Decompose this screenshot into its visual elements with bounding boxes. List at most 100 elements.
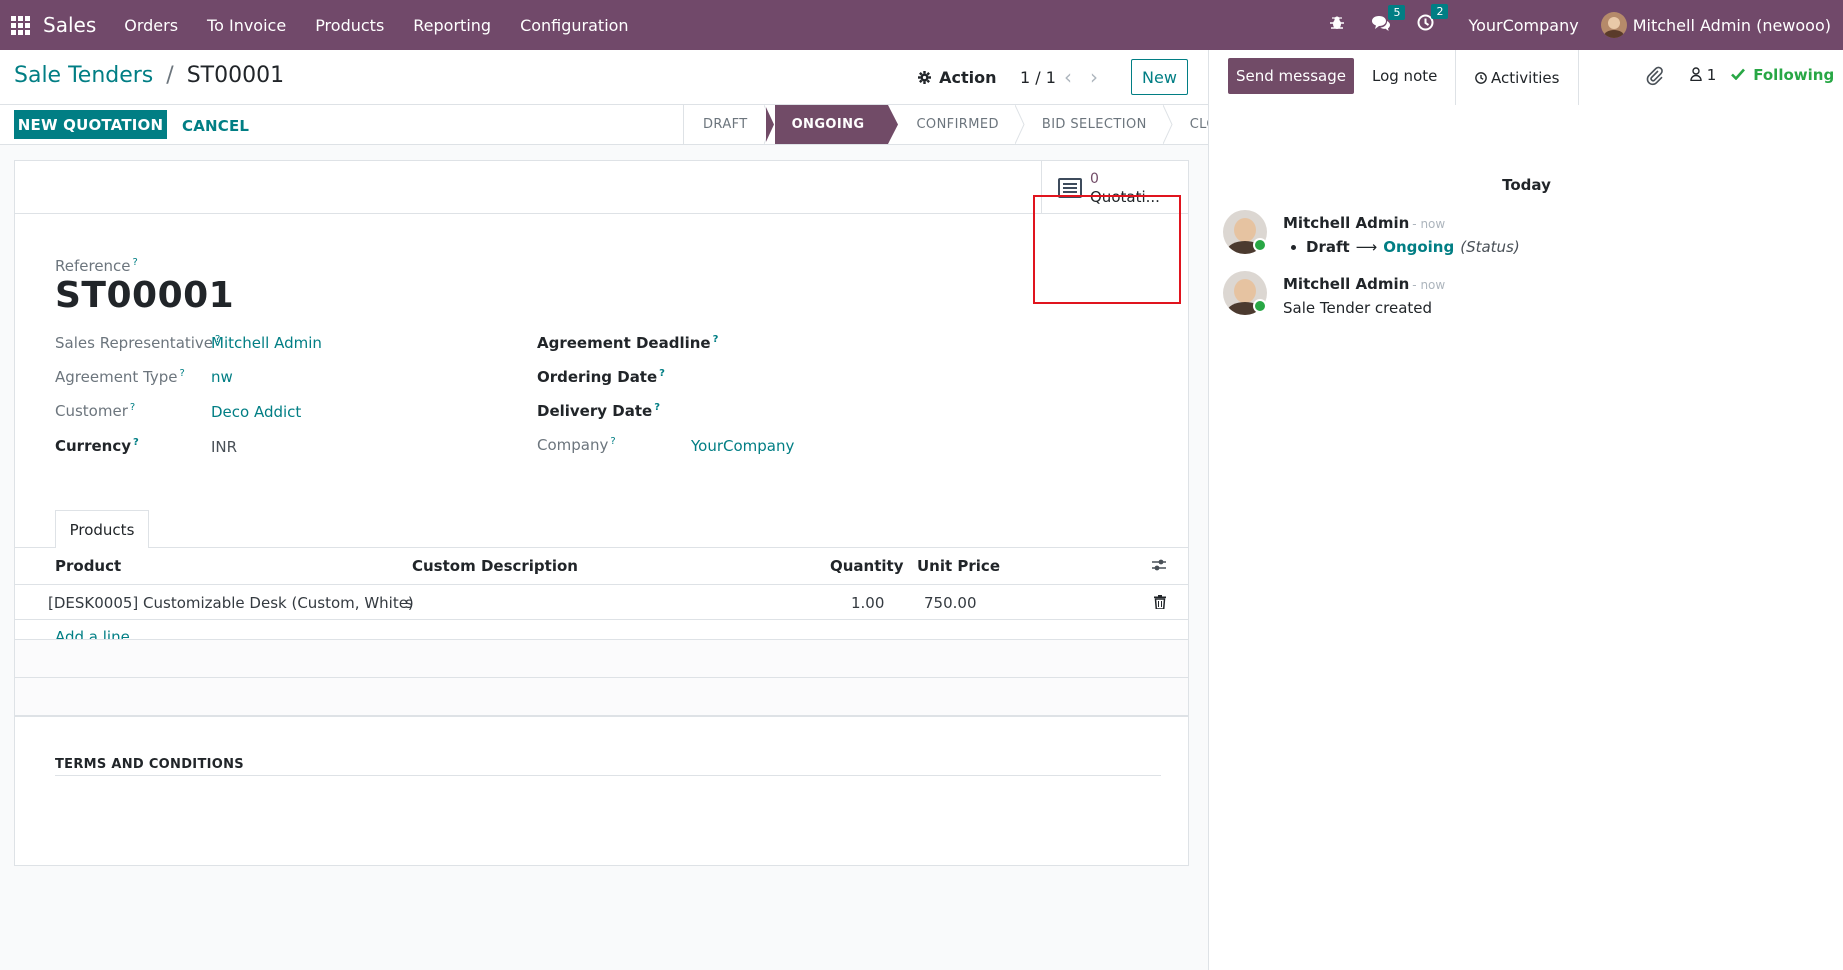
col-quantity[interactable]: Quantity bbox=[830, 557, 904, 575]
delete-trash-icon[interactable] bbox=[1154, 595, 1166, 609]
reference-label: Reference? bbox=[55, 257, 138, 275]
currency-field[interactable]: INR bbox=[211, 438, 237, 456]
smart-button-box: 0 Quotati... bbox=[15, 161, 1188, 214]
sales-rep-field[interactable]: Mitchell Admin bbox=[211, 334, 322, 352]
status-stages: DRAFT ONGOING CONFIRMED BID SELECTION CL… bbox=[683, 105, 1263, 144]
messages-chat-icon[interactable]: 5 bbox=[1371, 4, 1406, 36]
send-message-button[interactable]: Send message bbox=[1228, 58, 1354, 94]
following-label: Following bbox=[1753, 66, 1835, 84]
top-navbar: Sales Orders To Invoice Products Reporti… bbox=[0, 0, 1843, 50]
activities-button[interactable]: Activities bbox=[1455, 50, 1580, 105]
optional-columns-icon[interactable] bbox=[1151, 557, 1167, 573]
activities-label: Activities bbox=[1491, 68, 1560, 87]
reference-title[interactable]: ST00001 bbox=[55, 275, 234, 316]
col-unit-price[interactable]: Unit Price bbox=[917, 557, 1000, 575]
apps-menu-icon[interactable] bbox=[3, 0, 37, 50]
company-switcher[interactable]: YourCompany bbox=[1468, 16, 1578, 35]
company-field[interactable]: YourCompany bbox=[691, 437, 794, 455]
activities-badge: 2 bbox=[1431, 4, 1449, 19]
user-icon bbox=[1690, 67, 1702, 82]
followers-count: 1 bbox=[1706, 66, 1717, 84]
user-menu[interactable]: Mitchell Admin (newooo) bbox=[1600, 12, 1831, 38]
col-product[interactable]: Product bbox=[55, 557, 121, 575]
agreement-type-field[interactable]: nw bbox=[211, 368, 233, 386]
currency-label: Currency? bbox=[55, 437, 139, 455]
breadcrumb-sale-tenders[interactable]: Sale Tenders bbox=[14, 63, 153, 88]
stage-confirmed[interactable]: CONFIRMED bbox=[888, 105, 1025, 144]
row-product[interactable]: [DESK0005] Customizable Desk (Custom, Wh… bbox=[48, 594, 414, 612]
user-name: Mitchell Admin (newooo) bbox=[1632, 15, 1831, 35]
help-icon[interactable]: ? bbox=[130, 402, 135, 413]
action-menu-button[interactable]: Action bbox=[918, 68, 996, 87]
action-label: Action bbox=[939, 68, 997, 87]
breadcrumb-separator: / bbox=[166, 63, 174, 88]
highlight-annotation-box bbox=[1033, 195, 1181, 304]
terms-and-conditions-field[interactable] bbox=[55, 775, 1161, 776]
gear-icon bbox=[918, 71, 931, 84]
stage-bid-selection-label: BID SELECTION bbox=[1041, 117, 1147, 132]
tracking-old-value: Draft bbox=[1306, 238, 1350, 256]
pager-next-icon[interactable]: › bbox=[1090, 65, 1098, 89]
message-author[interactable]: Mitchell Admin - now bbox=[1283, 275, 1445, 293]
empty-row bbox=[15, 639, 1188, 677]
message-author[interactable]: Mitchell Admin - now bbox=[1283, 214, 1445, 232]
app-name[interactable]: Sales bbox=[43, 13, 96, 37]
tracking-field-name: (Status) bbox=[1460, 238, 1520, 256]
stage-bid-selection[interactable]: BID SELECTION bbox=[1017, 105, 1173, 144]
log-note-button[interactable]: Log note bbox=[1372, 67, 1437, 85]
company-label: Company? bbox=[537, 436, 616, 454]
new-quotation-button[interactable]: NEW QUOTATION bbox=[14, 110, 167, 139]
check-icon bbox=[1731, 68, 1745, 81]
product-table-header: Product Custom Description Quantity Unit… bbox=[15, 548, 1188, 585]
stage-draft-label: DRAFT bbox=[703, 117, 748, 132]
menu-products[interactable]: Products bbox=[315, 16, 384, 35]
control-panel: Sale Tenders / ST00001 Action 1 / 1 ‹ › … bbox=[0, 50, 1208, 105]
table-row[interactable]: [DESK0005] Customizable Desk (Custom, Wh… bbox=[15, 585, 1188, 620]
help-icon[interactable]: ? bbox=[610, 436, 615, 447]
help-icon[interactable]: ? bbox=[654, 402, 660, 413]
messages-badge: 5 bbox=[1388, 4, 1406, 20]
stage-ongoing[interactable]: ONGOING bbox=[764, 105, 899, 144]
arrow-right-icon: ⟶ bbox=[1355, 238, 1378, 256]
row-unit-price[interactable]: 750.00 bbox=[924, 594, 977, 612]
tracking-value: Draft ⟶ Ongoing (Status) bbox=[1283, 238, 1520, 256]
breadcrumb: Sale Tenders / ST00001 bbox=[14, 63, 284, 88]
stage-confirmed-label: CONFIRMED bbox=[916, 117, 999, 132]
row-quantity[interactable]: 1.00 bbox=[851, 594, 884, 612]
pager-previous-icon[interactable]: ‹ bbox=[1064, 65, 1072, 89]
form-sheet: 0 Quotati... Reference? ST00001 Sales Re… bbox=[14, 160, 1189, 866]
user-avatar bbox=[1600, 12, 1627, 38]
terms-and-conditions-label: TERMS AND CONDITIONS bbox=[55, 757, 244, 772]
followers-button[interactable]: 1 bbox=[1690, 66, 1716, 84]
clock-icon bbox=[1475, 71, 1487, 84]
menu-reporting[interactable]: Reporting bbox=[413, 16, 491, 35]
stage-draft[interactable]: DRAFT bbox=[684, 105, 774, 144]
menu-configuration[interactable]: Configuration bbox=[520, 16, 629, 35]
paperclip-icon[interactable] bbox=[1646, 66, 1664, 86]
help-icon[interactable]: ? bbox=[133, 257, 138, 268]
help-icon[interactable]: ? bbox=[659, 368, 665, 379]
message-time: - now bbox=[1412, 278, 1446, 292]
help-icon[interactable]: ? bbox=[713, 334, 719, 345]
menu-orders[interactable]: Orders bbox=[124, 16, 178, 35]
date-separator: Today bbox=[1502, 176, 1551, 194]
following-button[interactable]: Following bbox=[1731, 66, 1834, 84]
new-button[interactable]: New bbox=[1131, 59, 1188, 95]
chatter-topbar: Send message Log note Activities 1 Follo… bbox=[1209, 50, 1843, 105]
pager-value[interactable]: 1 / 1 bbox=[1020, 68, 1056, 87]
online-status-dot bbox=[1253, 299, 1267, 313]
delivery-date-label: Delivery Date? bbox=[537, 402, 660, 420]
col-custom-description[interactable]: Custom Description bbox=[412, 557, 578, 575]
activities-clock-icon[interactable]: 2 bbox=[1417, 4, 1449, 36]
customer-label: Customer? bbox=[55, 402, 136, 420]
debug-bug-icon[interactable] bbox=[1329, 15, 1345, 36]
customer-field[interactable]: Deco Addict bbox=[211, 403, 301, 421]
row-description[interactable]: s bbox=[405, 594, 413, 612]
stage-ongoing-label: ONGOING bbox=[791, 117, 865, 132]
menu-to-invoice[interactable]: To Invoice bbox=[207, 16, 286, 35]
help-icon[interactable]: ? bbox=[133, 437, 139, 448]
tab-products[interactable]: Products bbox=[55, 510, 149, 548]
cancel-button[interactable]: CANCEL bbox=[182, 117, 249, 135]
ordering-date-label: Ordering Date? bbox=[537, 368, 665, 386]
help-icon[interactable]: ? bbox=[180, 368, 185, 379]
